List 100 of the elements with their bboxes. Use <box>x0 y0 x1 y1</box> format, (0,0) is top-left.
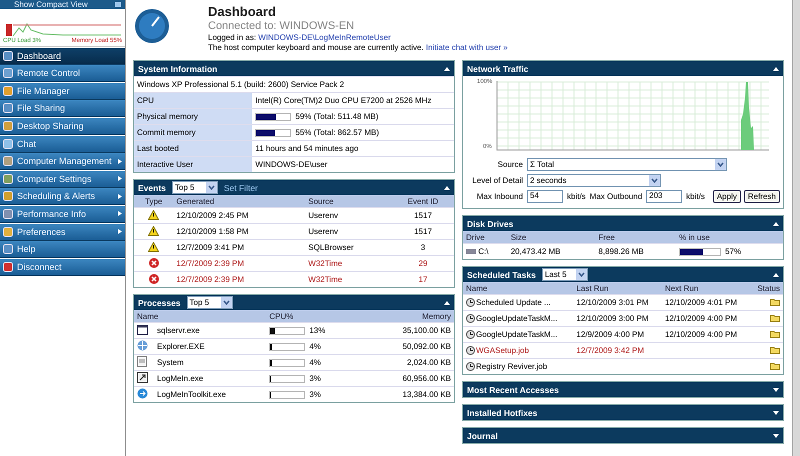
app-icon <box>3 68 13 78</box>
error-icon <box>148 274 159 284</box>
row-label: CPU <box>134 92 252 108</box>
caret-icon <box>220 297 232 308</box>
collapse-icon[interactable] <box>773 272 779 278</box>
field-label: Source <box>498 160 523 169</box>
app-icon <box>3 50 13 61</box>
sidebar-item[interactable]: Remote Control <box>0 65 125 82</box>
button[interactable]: Refresh <box>744 190 780 203</box>
unit-label: kbit/s <box>686 192 705 201</box>
cpu-cell: 13% <box>266 322 372 338</box>
filter-link[interactable]: Set Filter <box>224 182 258 192</box>
sidebar-item[interactable]: File Sharing <box>0 100 125 118</box>
window-icon <box>137 324 148 334</box>
input-field[interactable]: 203 <box>646 190 682 203</box>
input-field[interactable]: 54 <box>527 190 563 203</box>
value-cell: Intel(R) Core(TM)2 Duo CPU E7200 at 2526 MHz <box>252 92 454 108</box>
logged-in-label: Logged in as: <box>208 33 256 42</box>
column-header: Memory <box>372 310 454 322</box>
app-icon <box>3 120 13 131</box>
collapse-icon[interactable] <box>444 66 450 72</box>
cpu-cell: 4% <box>266 338 372 354</box>
app-icon <box>3 191 13 202</box>
sidebar-item[interactable]: Computer Management <box>0 153 125 170</box>
task-name-cell: Registry Reviver.job <box>463 358 574 374</box>
caret-icon <box>206 182 217 193</box>
memory-cell: 35,100.00 KB <box>372 322 454 338</box>
button[interactable]: Apply <box>712 190 741 203</box>
value-cell: WINDOWS-DE\user <box>252 156 454 172</box>
field-label: Level of Detail <box>472 176 523 185</box>
event-id-cell: 1517 <box>392 224 454 240</box>
row-label: Interactive User <box>134 156 252 172</box>
collapse-icon[interactable] <box>444 184 450 190</box>
sidebar-item[interactable]: Chat <box>0 136 125 153</box>
memory-cell: 2,024.00 KB <box>372 354 454 370</box>
date-cell: 12/10/2009 4:01 PM <box>662 294 750 310</box>
dropdown[interactable]: Last 5 <box>542 268 588 281</box>
caret-icon <box>715 159 726 170</box>
task-name-cell: GoogleUpdateTaskM... <box>463 326 574 342</box>
dropdown[interactable]: Top 5 <box>186 296 233 309</box>
clock-icon <box>466 298 476 308</box>
sidebar-item[interactable]: Computer Settings <box>0 170 125 188</box>
column-header: Source <box>305 195 392 208</box>
sidebar-item[interactable]: Performance Info <box>0 206 125 223</box>
sidebar-item[interactable]: Desktop Sharing <box>0 118 125 135</box>
warning-icon <box>148 242 160 252</box>
scrollbar[interactable] <box>792 0 800 456</box>
document-icon <box>137 356 147 367</box>
compact-view-bar[interactable]: Show Compact View <box>0 0 125 9</box>
column-header: Next Run <box>662 282 750 294</box>
shortcut-icon <box>137 372 148 383</box>
expand-icon[interactable] <box>773 410 779 416</box>
sidebar-item[interactable]: Scheduling & Alerts <box>0 188 125 206</box>
app-icon <box>3 138 13 149</box>
dropdown[interactable]: 2 seconds <box>527 174 661 187</box>
sidebar-item[interactable]: Preferences <box>0 224 125 241</box>
panel-title: System Information <box>138 64 218 74</box>
clock-icon <box>466 346 476 356</box>
column-header: Event ID <box>392 195 454 208</box>
column-header: Drive <box>463 231 508 244</box>
globe-icon <box>137 340 148 351</box>
free-cell: 8,898.26 MB <box>595 244 676 259</box>
user-link[interactable]: WINDOWS-DE\LogMeInRemoteUser <box>258 33 391 42</box>
event-id-cell: 17 <box>392 272 454 287</box>
expand-icon[interactable] <box>773 432 779 438</box>
date-cell: 12/7/2009 2:39 PM <box>173 272 306 287</box>
source-cell: W32Time <box>305 272 392 287</box>
sidebar-item[interactable]: Dashboard <box>0 48 125 65</box>
warning-icon <box>148 226 160 236</box>
sidebar-item[interactable]: File Manager <box>0 82 125 100</box>
clock-icon <box>466 362 476 372</box>
date-cell: 12/10/2009 2:45 PM <box>173 208 306 224</box>
memory-cell: 60,956.00 KB <box>372 370 454 386</box>
column-header: Generated <box>173 195 306 208</box>
dropdown[interactable]: Σ Total <box>527 158 727 171</box>
sidebar-item[interactable]: Help <box>0 241 125 258</box>
event-id-cell: 3 <box>392 240 454 256</box>
clock-icon <box>466 314 476 324</box>
sidebar-item[interactable]: Disconnect <box>0 258 125 276</box>
process-name-cell: LogMeInToolkit.exe <box>154 386 266 402</box>
date-cell: 12/10/2009 3:01 PM <box>573 294 662 310</box>
collapse-icon[interactable] <box>773 220 779 226</box>
dropdown[interactable]: Top 5 <box>172 181 218 194</box>
process-name-cell: System <box>154 354 266 370</box>
panel-title: Processes <box>138 298 181 308</box>
arrow-icon <box>137 388 148 399</box>
row-label: Commit memory <box>134 124 252 140</box>
process-name-cell: Explorer.EXE <box>154 338 266 354</box>
panel-title: Journal <box>467 430 498 440</box>
column-header: % in use <box>676 231 783 244</box>
source-cell: Userenv <box>305 208 392 224</box>
expand-icon[interactable] <box>773 386 779 392</box>
event-id-cell: 29 <box>392 256 454 272</box>
chat-link[interactable]: Initiate chat with user » <box>426 43 508 52</box>
collapse-icon[interactable] <box>773 66 779 72</box>
field-label: Max Outbound <box>590 192 642 201</box>
task-name-cell: WGASetup.job <box>463 342 574 358</box>
usage-cell: 57% <box>676 244 783 259</box>
row-label: Physical memory <box>134 108 252 124</box>
collapse-icon[interactable] <box>444 300 450 306</box>
